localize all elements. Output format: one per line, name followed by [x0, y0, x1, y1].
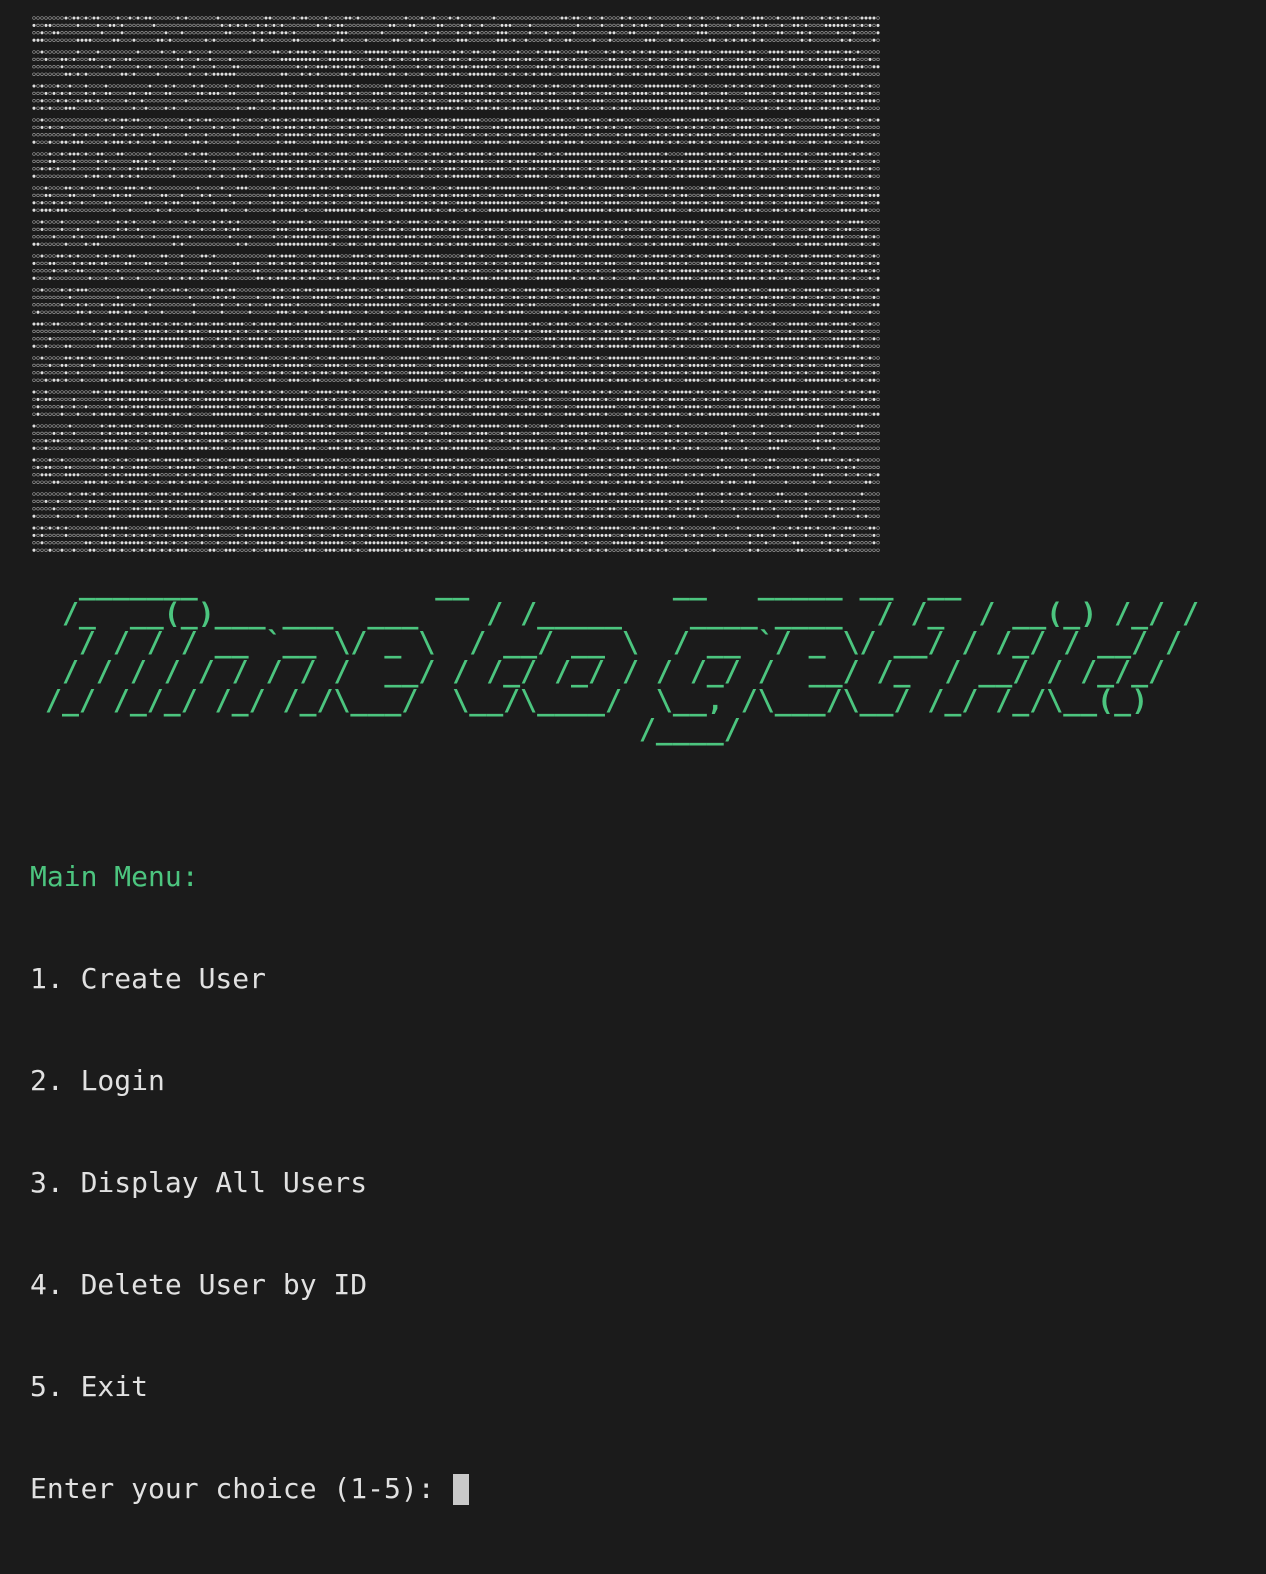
menu-item-create-user: 1. Create User [30, 962, 267, 995]
text-cursor[interactable] [453, 1474, 470, 1505]
menu-item-exit: 5. Exit [30, 1370, 149, 1403]
menu-item-delete-user: 4. Delete User by ID [30, 1268, 368, 1301]
terminal-window: _______ __ __ _____ __ __ /_ __(_)___ __… [0, 0, 1266, 1505]
menu-heading: Main Menu: [30, 860, 199, 893]
menu-item-login: 2. Login [30, 1064, 165, 1097]
ascii-banner: _______ __ __ _____ __ __ /_ __(_)___ __… [28, 570, 1199, 744]
braille-art-image [32, 16, 880, 552]
prompt-text: Enter your choice (1-5): [30, 1472, 452, 1505]
menu-item-display-all-users: 3. Display All Users [30, 1166, 368, 1199]
input-prompt-line[interactable]: Enter your choice (1-5): [30, 1472, 470, 1506]
main-menu: Main Menu: 1. Create User 2. Login 3. Di… [30, 792, 470, 1574]
banner-line: /____/ [28, 713, 741, 746]
